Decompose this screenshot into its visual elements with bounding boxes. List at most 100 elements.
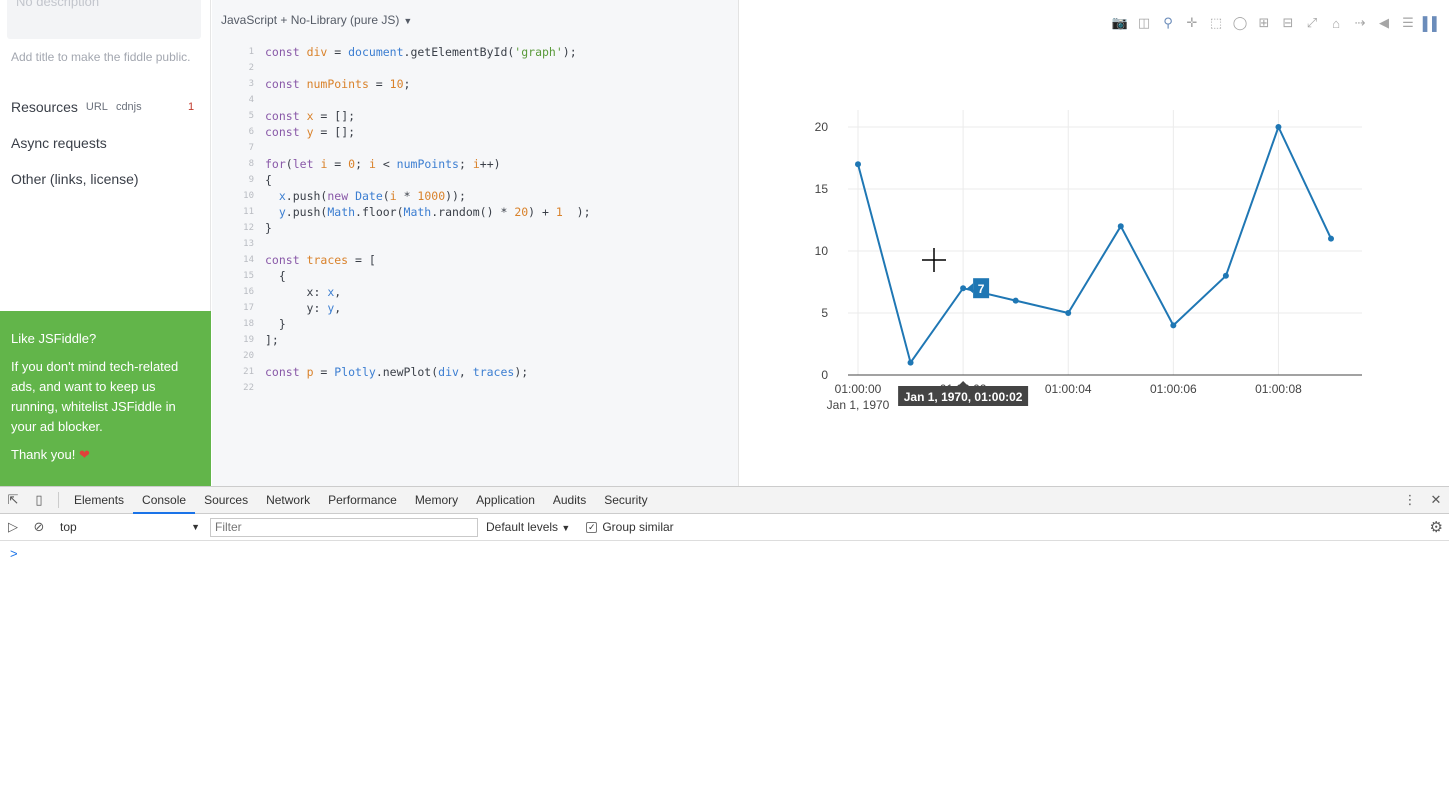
promo-thanks-text: Thank you! — [11, 447, 76, 462]
group-similar-label: Group similar — [602, 520, 674, 534]
code-area[interactable]: 1 const div = document.getElementById('gr… — [212, 44, 739, 396]
line-number: 20 — [243, 351, 254, 361]
data-point — [1012, 297, 1019, 304]
group-similar-toggle[interactable]: ✓ Group similar — [586, 520, 674, 534]
code-line: 14 const traces = [ — [212, 252, 739, 268]
line-number: 7 — [248, 143, 254, 153]
code-line: 19]; — [212, 332, 739, 348]
other-links-section[interactable]: Other (links, license) — [11, 171, 139, 187]
data-point — [960, 285, 967, 292]
description-field[interactable]: No description — [7, 0, 201, 39]
caret-down-icon: ▼ — [403, 16, 413, 26]
log-levels-label: Default levels — [486, 520, 559, 534]
y-tick-label: 10 — [815, 244, 829, 258]
left-sidebar: No description Add title to make the fid… — [0, 0, 211, 486]
async-requests-section[interactable]: Async requests — [11, 135, 107, 151]
code-line: 3 const numPoints = 10; — [212, 76, 739, 92]
tab-performance[interactable]: Performance — [319, 487, 406, 514]
tab-console[interactable]: Console — [133, 487, 196, 514]
line-number: 5 — [248, 111, 254, 121]
checkbox-checked-icon[interactable]: ✓ — [586, 521, 598, 533]
tab-network[interactable]: Network — [257, 487, 319, 514]
y-tooltip-value: 7 — [978, 282, 985, 296]
line-number: 12 — [243, 223, 254, 233]
tab-memory[interactable]: Memory — [406, 487, 467, 514]
code-line: 22 — [212, 380, 739, 396]
tooltip-pointer — [967, 283, 974, 294]
gear-icon[interactable]: ⚙ — [1430, 518, 1443, 536]
line-number: 1 — [248, 47, 254, 57]
more-options-icon[interactable]: ⋮ — [1397, 487, 1423, 513]
y-tick-label: 5 — [821, 306, 828, 320]
clear-console-icon[interactable]: ⊘ — [26, 514, 52, 540]
line-number: 10 — [243, 191, 254, 201]
tab-application[interactable]: Application — [467, 487, 544, 514]
x-tooltip-value: Jan 1, 1970, 01:00:02 — [904, 390, 1023, 404]
caret-down-icon: ▼ — [561, 523, 571, 533]
prompt-chevron-icon: > — [10, 546, 18, 561]
tab-audits[interactable]: Audits — [544, 487, 595, 514]
tab-security[interactable]: Security — [595, 487, 656, 514]
line-number: 6 — [248, 127, 254, 137]
code-line-content: { — [265, 269, 286, 283]
line-number: 13 — [243, 239, 254, 249]
line-number: 14 — [243, 255, 254, 265]
code-line: 21 const p = Plotly.newPlot(div, traces); — [212, 364, 739, 380]
code-line-content: y: y, — [265, 301, 342, 315]
code-line-content: const traces = [ — [265, 253, 376, 267]
code-line-content: const p = Plotly.newPlot(div, traces); — [265, 365, 529, 379]
y-tick-label: 0 — [821, 368, 828, 382]
code-line-content: for(let i = 0; i < numPoints; i++) — [265, 157, 501, 171]
heart-icon: ❤ — [78, 447, 90, 462]
code-line: 1 const div = document.getElementById('gr… — [212, 44, 739, 60]
chart-grid — [848, 110, 1362, 375]
console-prompt[interactable]: > — [0, 541, 1449, 566]
context-selector[interactable]: top ▼ — [60, 520, 200, 534]
devtools-panel: ⇱ ▯ Elements Console Sources Network Per… — [0, 486, 1449, 786]
inspect-element-icon[interactable]: ⇱ — [0, 487, 26, 513]
data-point — [1065, 310, 1072, 316]
code-editor-panel[interactable]: JavaScript + No-Library (pure JS) ▼ 1 cons… — [212, 0, 739, 486]
tab-elements[interactable]: Elements — [65, 487, 133, 514]
language-selector[interactable]: JavaScript + No-Library (pure JS) ▼ — [221, 13, 412, 27]
code-line-content: } — [265, 221, 272, 235]
line-number: 15 — [243, 271, 254, 281]
sidebar-toggle-icon[interactable]: ▷ — [0, 514, 26, 540]
filter-input[interactable] — [210, 517, 478, 537]
code-line: 4 — [212, 92, 739, 108]
line-number: 4 — [248, 95, 254, 105]
promo-heading: Like JSFiddle? — [11, 331, 97, 346]
code-line: 5 const x = []; — [212, 108, 739, 124]
line-number: 22 — [243, 383, 254, 393]
line-number: 2 — [248, 63, 254, 73]
x-tick-sublabel: Jan 1, 1970 — [827, 398, 890, 412]
line-number: 9 — [248, 175, 254, 185]
data-point — [907, 359, 914, 366]
close-icon[interactable]: ✕ — [1423, 487, 1449, 513]
code-line: 18 } — [212, 316, 739, 332]
caret-down-icon: ▼ — [191, 522, 200, 532]
code-line-content: x: x, — [265, 285, 342, 299]
language-label: JavaScript + No-Library (pure JS) — [221, 13, 400, 27]
log-levels-dropdown[interactable]: Default levels ▼ — [486, 520, 570, 534]
code-line-content: ]; — [265, 333, 279, 347]
resources-section[interactable]: Resources URL cdnjs 1 — [11, 99, 194, 115]
x-tick-label: 01:00:08 — [1255, 382, 1302, 396]
tab-sources[interactable]: Sources — [195, 487, 257, 514]
code-line: 15 { — [212, 268, 739, 284]
code-line: 9{ — [212, 172, 739, 188]
resources-url-link[interactable]: URL — [86, 101, 108, 113]
line-chart[interactable]: 0510152001:00:0001:00:0201:00:0401:00:06… — [740, 0, 1449, 486]
context-value: top — [60, 520, 77, 534]
line-number: 19 — [243, 335, 254, 345]
line-number: 8 — [248, 159, 254, 169]
promo-thanks: Thank you! ❤ — [11, 445, 200, 465]
resources-cdnjs-link[interactable]: cdnjs — [116, 101, 142, 113]
device-toolbar-icon[interactable]: ▯ — [26, 487, 52, 513]
code-line-content: { — [265, 173, 272, 187]
console-toolbar: ▷ ⊘ top ▼ Default levels ▼ ✓ Group simil… — [0, 514, 1449, 541]
y-tick-label: 20 — [815, 120, 829, 134]
devtools-tabbar: ⇱ ▯ Elements Console Sources Network Per… — [0, 487, 1449, 514]
chart-series — [855, 124, 1334, 366]
code-line: 16 x: x, — [212, 284, 739, 300]
